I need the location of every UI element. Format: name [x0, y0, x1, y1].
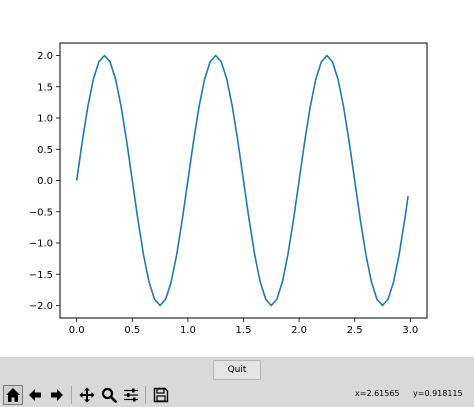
quit-bar: Quit — [0, 357, 474, 383]
y-tick-label: 1.5 — [37, 82, 53, 93]
zoom-button[interactable] — [99, 385, 119, 405]
x-tick-label: 1.5 — [236, 325, 252, 336]
magnifier-icon — [101, 387, 117, 403]
save-button[interactable] — [151, 385, 171, 405]
x-tick-label: 2.0 — [291, 325, 307, 336]
y-tick-label: −2.0 — [29, 301, 53, 312]
navigation-toolbar — [0, 383, 474, 407]
series-line — [75, 54, 409, 307]
back-button[interactable] — [25, 385, 45, 405]
x-tick-label: 0.5 — [124, 325, 140, 336]
y-tick-label: 2.0 — [37, 51, 53, 62]
floppy-disk-icon — [153, 387, 169, 403]
forward-button[interactable] — [47, 385, 67, 405]
subplots-button[interactable] — [121, 385, 141, 405]
sliders-icon — [124, 388, 138, 402]
y-tick-label: 0.5 — [37, 145, 53, 156]
line-chart: 0.0 0.5 1.0 1.5 2.0 2.5 3.0 2.0 1.5 1.0 0.5 0.0 −0.… — [29, 42, 428, 336]
home-icon — [6, 388, 20, 402]
toolbar-separator — [145, 386, 146, 404]
x-tick-label: 0.0 — [69, 325, 85, 336]
x-tick-label: 3.0 — [402, 325, 418, 336]
y-tick-label: −1.0 — [29, 239, 53, 250]
pan-button[interactable] — [77, 385, 97, 405]
arrow-left-icon — [29, 389, 41, 401]
y-tick-label: 1.0 — [37, 114, 53, 125]
y-coordinate-readout: y=0.918115 — [413, 389, 463, 398]
quit-button[interactable]: Quit — [213, 360, 261, 380]
y-tick-label: −1.5 — [29, 270, 53, 281]
y-tick-label: −0.5 — [29, 207, 53, 218]
move-icon — [79, 387, 95, 403]
arrow-right-icon — [51, 389, 63, 401]
toolbar-separator — [71, 386, 72, 404]
figure-canvas[interactable]: 0.0 0.5 1.0 1.5 2.0 2.5 3.0 2.0 1.5 1.0 0.5 0.0 −0.… — [0, 0, 474, 357]
y-tick-label: 0.0 — [37, 176, 53, 187]
x-tick-label: 2.5 — [347, 325, 363, 336]
x-tick-label: 1.0 — [180, 325, 196, 336]
x-coordinate-readout: x=2.61565 — [355, 389, 400, 398]
home-button[interactable] — [3, 385, 23, 405]
